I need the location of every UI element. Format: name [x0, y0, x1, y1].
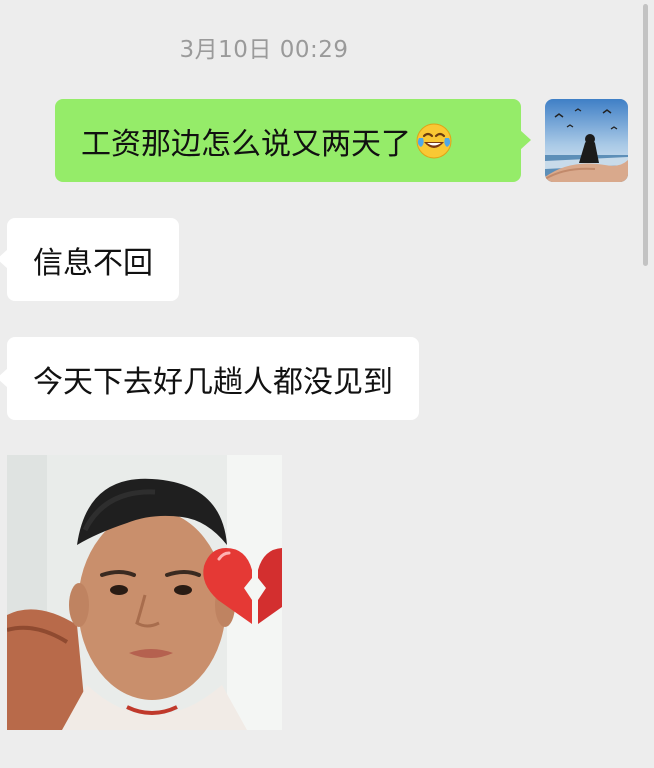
sticker-image[interactable]	[7, 455, 282, 730]
incoming-message-bubble[interactable]: 今天下去好几趟人都没见到	[0, 337, 419, 420]
message-text: 信息不回	[33, 245, 153, 281]
user-avatar[interactable]	[545, 99, 628, 182]
scrollbar[interactable]	[643, 4, 648, 266]
message-text: 今天下去好几趟人都没见到	[33, 364, 393, 400]
incoming-message-bubble[interactable]: 信息不回	[0, 218, 179, 301]
message-text: 工资那边怎么说又两天了	[81, 126, 411, 162]
laughing-tears-emoji-icon	[415, 122, 453, 160]
outgoing-message-bubble[interactable]: 工资那边怎么说又两天了	[55, 99, 531, 182]
message-timestamp: 3月10日 00:29	[179, 37, 349, 63]
